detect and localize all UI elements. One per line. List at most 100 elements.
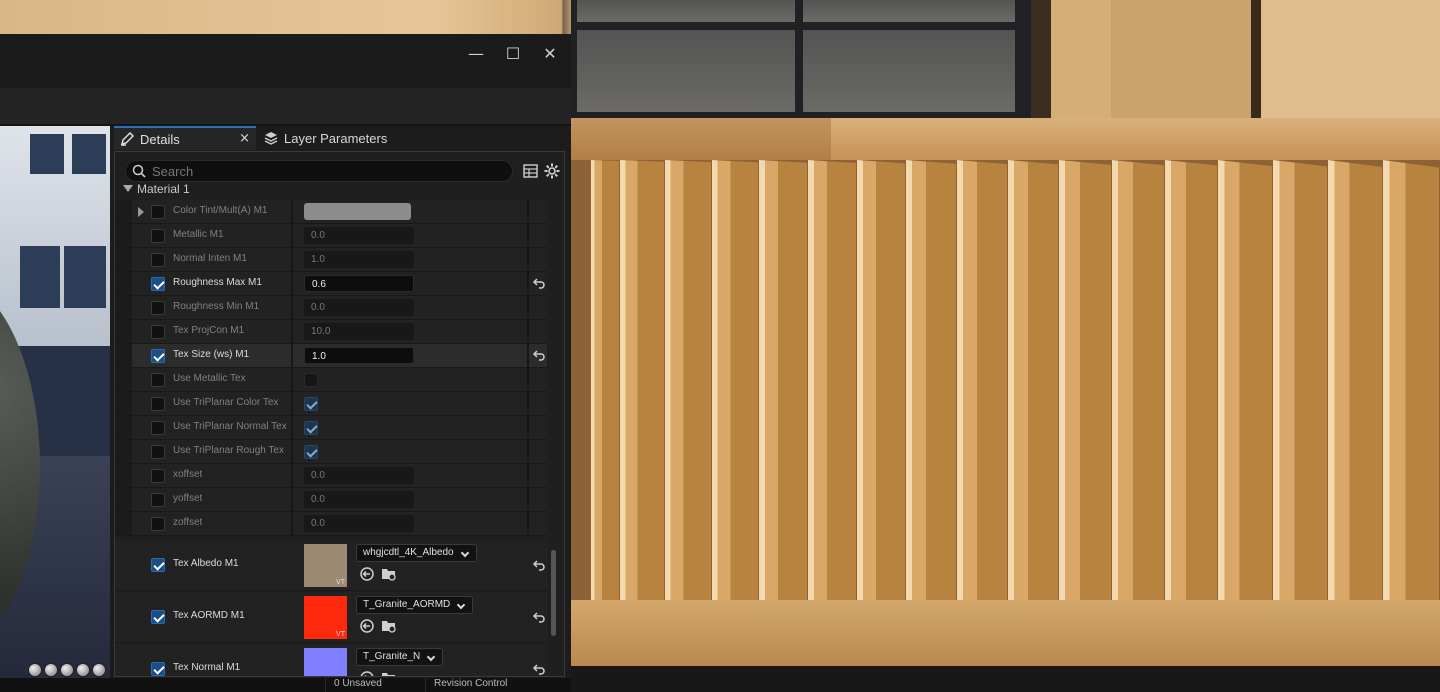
parameter-label: yoffset bbox=[173, 493, 203, 504]
texture-thumbnail[interactable]: VT bbox=[304, 596, 347, 639]
override-checkbox[interactable] bbox=[151, 253, 165, 267]
column-splitter bbox=[527, 248, 529, 271]
texture-thumbnail[interactable]: VT bbox=[304, 544, 347, 587]
browse-asset-icon[interactable] bbox=[381, 670, 397, 676]
tab-layer-parameters[interactable]: Layer Parameters bbox=[258, 126, 398, 150]
reset-to-default-icon[interactable] bbox=[531, 275, 547, 291]
unsaved-indicator[interactable]: 0 Unsaved bbox=[325, 678, 421, 692]
use-selected-asset-icon[interactable] bbox=[359, 618, 375, 634]
column-splitter bbox=[527, 200, 529, 223]
parameter-value-field[interactable]: 0.0 bbox=[304, 491, 414, 508]
window-pane bbox=[803, 0, 1015, 22]
window-pane bbox=[577, 30, 795, 112]
gear-icon[interactable] bbox=[543, 162, 561, 180]
parameter-value-field[interactable]: 0.0 bbox=[304, 467, 414, 484]
parameter-value-field[interactable]: 0.0 bbox=[304, 299, 414, 316]
window-pane bbox=[803, 30, 1015, 112]
table-view-icon[interactable] bbox=[522, 162, 540, 180]
column-splitter[interactable] bbox=[291, 416, 293, 439]
texture-thumbnail[interactable] bbox=[304, 648, 347, 676]
use-selected-asset-icon[interactable] bbox=[359, 566, 375, 582]
parameter-value-checkbox[interactable] bbox=[304, 445, 318, 459]
parameter-row: Tex ProjCon M1 10.0 bbox=[115, 320, 547, 344]
override-checkbox[interactable] bbox=[151, 301, 165, 315]
chevron-down-icon bbox=[457, 600, 466, 610]
parameter-row: Color Tint/Mult(A) M1 bbox=[115, 200, 547, 224]
use-selected-asset-icon[interactable] bbox=[359, 670, 375, 676]
override-checkbox[interactable] bbox=[151, 421, 165, 435]
column-splitter[interactable] bbox=[291, 344, 293, 367]
override-checkbox[interactable] bbox=[151, 373, 165, 387]
override-checkbox[interactable] bbox=[151, 205, 165, 219]
collapse-arrow-icon[interactable] bbox=[123, 185, 133, 192]
preview-shape-cylinder-icon[interactable] bbox=[44, 663, 58, 677]
override-checkbox[interactable] bbox=[151, 349, 165, 363]
column-splitter[interactable] bbox=[291, 272, 293, 295]
override-checkbox[interactable] bbox=[151, 517, 165, 531]
reset-to-default-icon[interactable] bbox=[531, 661, 547, 676]
column-splitter[interactable] bbox=[291, 440, 293, 463]
minimize-button[interactable]: — bbox=[458, 42, 494, 66]
override-checkbox[interactable] bbox=[151, 493, 165, 507]
scrollbar-thumb[interactable] bbox=[551, 550, 556, 636]
column-splitter[interactable] bbox=[291, 488, 293, 511]
parameter-value-field[interactable]: 1.0 bbox=[304, 347, 414, 364]
override-checkbox[interactable] bbox=[151, 397, 165, 411]
column-splitter[interactable] bbox=[291, 248, 293, 271]
override-checkbox[interactable] bbox=[151, 469, 165, 483]
maximize-button[interactable]: ☐ bbox=[495, 42, 531, 66]
background-window bbox=[571, 0, 1031, 118]
row-gutter bbox=[115, 200, 132, 223]
row-gutter bbox=[115, 296, 132, 319]
close-window-button[interactable]: ✕ bbox=[532, 42, 568, 66]
asset-picker-dropdown[interactable]: T_Granite_N bbox=[356, 648, 444, 666]
close-tab-icon[interactable]: × bbox=[239, 131, 250, 146]
reset-to-default-icon[interactable] bbox=[531, 347, 547, 363]
override-checkbox[interactable] bbox=[151, 277, 165, 291]
parameter-value-checkbox[interactable] bbox=[304, 397, 318, 411]
browse-asset-icon[interactable] bbox=[381, 566, 397, 582]
virtual-texture-badge: VT bbox=[336, 579, 345, 586]
parameter-row: Tex Size (ws) M1 1.0 bbox=[115, 344, 547, 368]
column-splitter[interactable] bbox=[291, 320, 293, 343]
column-splitter[interactable] bbox=[291, 224, 293, 247]
column-splitter[interactable] bbox=[291, 392, 293, 415]
asset-picker-dropdown[interactable]: whgjcdtl_4K_Albedo bbox=[356, 544, 477, 562]
chevron-down-icon bbox=[427, 652, 436, 662]
expand-arrow-icon[interactable] bbox=[138, 207, 144, 217]
parameter-value-field[interactable]: 0.6 bbox=[304, 275, 414, 292]
reset-to-default-icon[interactable] bbox=[531, 557, 547, 573]
column-splitter[interactable] bbox=[291, 296, 293, 319]
preview-viewport[interactable] bbox=[0, 126, 110, 686]
parameter-value-checkbox[interactable] bbox=[304, 373, 318, 387]
parameter-value-field[interactable]: 0.0 bbox=[304, 227, 414, 244]
search-icon bbox=[132, 164, 146, 178]
search-input[interactable] bbox=[152, 163, 502, 179]
column-splitter[interactable] bbox=[291, 200, 293, 223]
override-checkbox[interactable] bbox=[151, 445, 165, 459]
parameter-value-field[interactable]: 10.0 bbox=[304, 323, 414, 340]
revision-control-button[interactable]: Revision Control bbox=[425, 678, 571, 692]
asset-picker-dropdown[interactable]: T_Granite_AORMD bbox=[356, 596, 474, 614]
column-splitter[interactable] bbox=[291, 512, 293, 535]
preview-shape-sphere-icon[interactable] bbox=[28, 663, 42, 677]
tab-details[interactable]: Details × bbox=[114, 126, 256, 150]
preview-shape-custom-icon[interactable] bbox=[92, 663, 106, 677]
column-splitter[interactable] bbox=[291, 368, 293, 391]
row-gutter bbox=[115, 224, 132, 247]
override-checkbox[interactable] bbox=[151, 229, 165, 243]
parameter-value-checkbox[interactable] bbox=[304, 421, 318, 435]
color-swatch[interactable] bbox=[304, 203, 411, 220]
override-checkbox[interactable] bbox=[151, 558, 165, 572]
parameter-value-field[interactable]: 0.0 bbox=[304, 515, 414, 532]
section-material-1[interactable]: Material 1 bbox=[115, 182, 564, 197]
preview-shape-cube-icon[interactable] bbox=[76, 663, 90, 677]
reset-to-default-icon[interactable] bbox=[531, 609, 547, 625]
browse-asset-icon[interactable] bbox=[381, 618, 397, 634]
column-splitter[interactable] bbox=[291, 464, 293, 487]
parameter-value-field[interactable]: 1.0 bbox=[304, 251, 414, 268]
preview-shape-plane-icon[interactable] bbox=[60, 663, 74, 677]
override-checkbox[interactable] bbox=[151, 662, 165, 676]
override-checkbox[interactable] bbox=[151, 325, 165, 339]
override-checkbox[interactable] bbox=[151, 610, 165, 624]
